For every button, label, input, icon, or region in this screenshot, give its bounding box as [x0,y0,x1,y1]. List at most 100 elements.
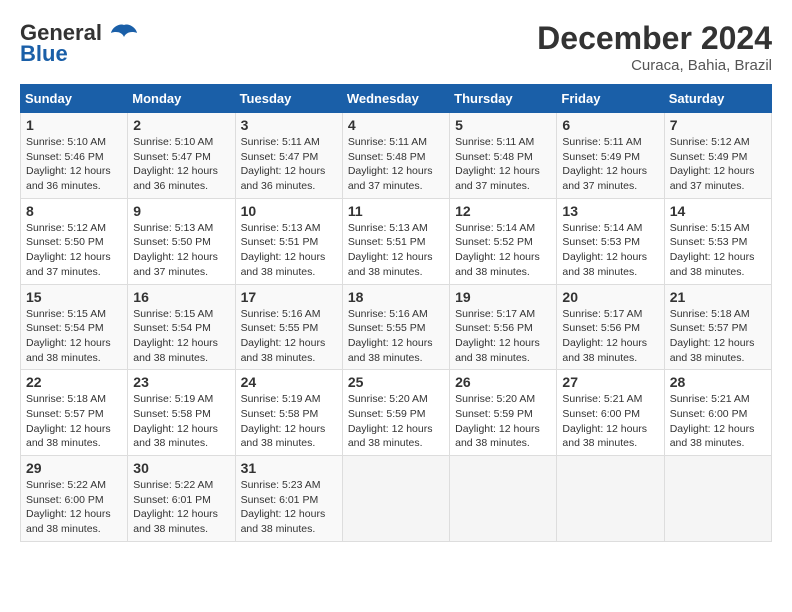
title-block: December 2024 Curaca, Bahia, Brazil [537,20,772,74]
calendar-cell: 2 Sunrise: 5:10 AM Sunset: 5:47 PM Daylig… [128,113,235,199]
calendar-cell: 13 Sunrise: 5:14 AM Sunset: 5:53 PM Dayli… [557,198,664,284]
calendar-cell: 18Sunrise: 5:16 AM Sunset: 5:55 PM Dayli… [342,284,449,370]
calendar-cell: 1Sunrise: 5:10 AM Sunset: 5:46 PM Daylig… [21,113,128,199]
day-info: Sunrise: 5:15 AM Sunset: 5:53 PM Dayligh… [670,221,766,280]
day-info: Sunrise: 5:20 AM Sunset: 5:59 PM Dayligh… [455,392,551,451]
day-info: Sunrise: 5:18 AM Sunset: 5:57 PM Dayligh… [26,392,122,451]
day-number: 3 [241,117,337,133]
day-number: 2 [133,117,229,133]
day-number: 12 [455,203,551,219]
day-info: Sunrise: 5:15 AM Sunset: 5:54 PM Dayligh… [26,307,122,366]
page-header: General Blue December 2024 Curaca, Bahia… [20,20,772,74]
col-monday: Monday [128,85,235,113]
calendar-cell: 11Sunrise: 5:13 AM Sunset: 5:51 PM Dayli… [342,198,449,284]
day-number: 21 [670,289,766,305]
day-number: 29 [26,460,122,476]
day-number: 31 [241,460,337,476]
day-info: Sunrise: 5:13 AM Sunset: 5:51 PM Dayligh… [241,221,337,280]
day-info: Sunrise: 5:19 AM Sunset: 5:58 PM Dayligh… [133,392,229,451]
calendar-cell [664,456,771,542]
calendar-cell: 26 Sunrise: 5:20 AM Sunset: 5:59 PM Dayli… [450,370,557,456]
logo: General Blue [20,20,138,67]
day-number: 5 [455,117,551,133]
day-number: 22 [26,374,122,390]
calendar-cell: 24 Sunrise: 5:19 AM Sunset: 5:58 PM Dayli… [235,370,342,456]
day-info: Sunrise: 5:21 AM Sunset: 6:00 PM Dayligh… [562,392,658,451]
day-info: Sunrise: 5:18 AM Sunset: 5:57 PM Dayligh… [670,307,766,366]
day-number: 19 [455,289,551,305]
day-number: 26 [455,374,551,390]
col-saturday: Saturday [664,85,771,113]
day-info: Sunrise: 5:21 AM Sunset: 6:00 PM Dayligh… [670,392,766,451]
day-info: Sunrise: 5:14 AM Sunset: 5:52 PM Dayligh… [455,221,551,280]
header-row: Sunday Monday Tuesday Wednesday Thursday… [21,85,772,113]
logo-bird-icon [110,23,138,45]
day-number: 24 [241,374,337,390]
day-number: 25 [348,374,444,390]
calendar-cell: 7Sunrise: 5:12 AM Sunset: 5:49 PM Daylig… [664,113,771,199]
calendar-cell: 21 Sunrise: 5:18 AM Sunset: 5:57 PM Dayli… [664,284,771,370]
calendar-cell: 15Sunrise: 5:15 AM Sunset: 5:54 PM Dayli… [21,284,128,370]
col-tuesday: Tuesday [235,85,342,113]
calendar-cell: 16 Sunrise: 5:15 AM Sunset: 5:54 PM Dayli… [128,284,235,370]
day-number: 23 [133,374,229,390]
calendar-week-4: 22 Sunrise: 5:18 AM Sunset: 5:57 PM Dayli… [21,370,772,456]
calendar-cell: 25 Sunrise: 5:20 AM Sunset: 5:59 PM Dayli… [342,370,449,456]
calendar-cell [450,456,557,542]
calendar-cell: 30 Sunrise: 5:22 AM Sunset: 6:01 PM Dayli… [128,456,235,542]
day-info: Sunrise: 5:11 AM Sunset: 5:47 PM Dayligh… [241,135,337,194]
day-number: 18 [348,289,444,305]
day-number: 30 [133,460,229,476]
calendar-cell: 12 Sunrise: 5:14 AM Sunset: 5:52 PM Dayli… [450,198,557,284]
day-info: Sunrise: 5:10 AM Sunset: 5:47 PM Dayligh… [133,135,229,194]
location-subtitle: Curaca, Bahia, Brazil [537,57,772,74]
calendar-cell: 4 Sunrise: 5:11 AM Sunset: 5:48 PM Daylig… [342,113,449,199]
day-number: 27 [562,374,658,390]
col-sunday: Sunday [21,85,128,113]
day-number: 17 [241,289,337,305]
day-number: 8 [26,203,122,219]
day-number: 7 [670,117,766,133]
day-info: Sunrise: 5:20 AM Sunset: 5:59 PM Dayligh… [348,392,444,451]
day-info: Sunrise: 5:15 AM Sunset: 5:54 PM Dayligh… [133,307,229,366]
calendar-week-1: 1Sunrise: 5:10 AM Sunset: 5:46 PM Daylig… [21,113,772,199]
day-number: 20 [562,289,658,305]
col-thursday: Thursday [450,85,557,113]
calendar-week-2: 8 Sunrise: 5:12 AM Sunset: 5:50 PM Daylig… [21,198,772,284]
day-number: 4 [348,117,444,133]
day-info: Sunrise: 5:11 AM Sunset: 5:49 PM Dayligh… [562,135,658,194]
day-number: 14 [670,203,766,219]
col-friday: Friday [557,85,664,113]
calendar-table: Sunday Monday Tuesday Wednesday Thursday… [20,84,772,542]
day-info: Sunrise: 5:13 AM Sunset: 5:50 PM Dayligh… [133,221,229,280]
calendar-cell: 6Sunrise: 5:11 AM Sunset: 5:49 PM Daylig… [557,113,664,199]
day-info: Sunrise: 5:19 AM Sunset: 5:58 PM Dayligh… [241,392,337,451]
calendar-cell: 27 Sunrise: 5:21 AM Sunset: 6:00 PM Dayli… [557,370,664,456]
day-number: 28 [670,374,766,390]
day-info: Sunrise: 5:11 AM Sunset: 5:48 PM Dayligh… [348,135,444,194]
calendar-cell: 8 Sunrise: 5:12 AM Sunset: 5:50 PM Daylig… [21,198,128,284]
calendar-cell: 17Sunrise: 5:16 AM Sunset: 5:55 PM Dayli… [235,284,342,370]
calendar-cell: 23 Sunrise: 5:19 AM Sunset: 5:58 PM Dayli… [128,370,235,456]
calendar-week-3: 15Sunrise: 5:15 AM Sunset: 5:54 PM Dayli… [21,284,772,370]
day-number: 9 [133,203,229,219]
day-number: 16 [133,289,229,305]
calendar-cell: 28 Sunrise: 5:21 AM Sunset: 6:00 PM Dayli… [664,370,771,456]
calendar-cell: 20 Sunrise: 5:17 AM Sunset: 5:56 PM Dayli… [557,284,664,370]
day-info: Sunrise: 5:14 AM Sunset: 5:53 PM Dayligh… [562,221,658,280]
day-info: Sunrise: 5:12 AM Sunset: 5:50 PM Dayligh… [26,221,122,280]
calendar-cell: 10 Sunrise: 5:13 AM Sunset: 5:51 PM Dayli… [235,198,342,284]
day-info: Sunrise: 5:22 AM Sunset: 6:00 PM Dayligh… [26,478,122,537]
day-number: 13 [562,203,658,219]
calendar-cell: 9 Sunrise: 5:13 AM Sunset: 5:50 PM Daylig… [128,198,235,284]
calendar-cell: 22 Sunrise: 5:18 AM Sunset: 5:57 PM Dayli… [21,370,128,456]
day-number: 11 [348,203,444,219]
day-info: Sunrise: 5:17 AM Sunset: 5:56 PM Dayligh… [455,307,551,366]
col-wednesday: Wednesday [342,85,449,113]
day-info: Sunrise: 5:17 AM Sunset: 5:56 PM Dayligh… [562,307,658,366]
calendar-cell: 31Sunrise: 5:23 AM Sunset: 6:01 PM Dayli… [235,456,342,542]
day-info: Sunrise: 5:22 AM Sunset: 6:01 PM Dayligh… [133,478,229,537]
day-number: 10 [241,203,337,219]
calendar-week-5: 29 Sunrise: 5:22 AM Sunset: 6:00 PM Dayli… [21,456,772,542]
month-title: December 2024 [537,20,772,57]
